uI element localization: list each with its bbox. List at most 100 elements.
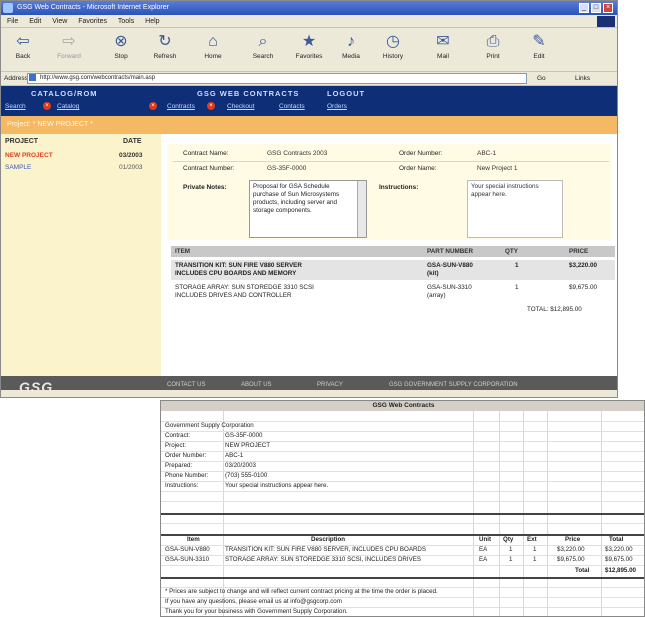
nav-link-contacts[interactable]: Contacts [279,103,305,110]
catalog-heading: CATALOG/ROM [31,89,98,98]
sheet-cell: $9,675.00 [557,556,585,563]
contracts-heading: GSG WEB CONTRACTS [197,89,300,98]
sheet-note: * Prices are subject to change and will … [165,588,438,595]
company-name: Government Supply Corporation [165,422,254,429]
maximize-button[interactable]: □ [591,3,601,13]
order-details: Contract Name: GSG Contracts 2003 Order … [161,134,617,376]
remove-icon[interactable]: × [43,102,51,110]
edit-button[interactable]: ✎ Edit [523,31,555,69]
search-icon: ⌕ [258,33,268,50]
price-column-header: PRICE [569,248,589,255]
links-button[interactable]: Links [575,72,590,85]
sheet-header-qty: Qty [503,536,514,543]
table-row[interactable]: TRANSITION KIT: SUN FIRE V880 SERVER INC… [171,260,615,280]
private-notes-textarea[interactable]: Proposal for GSA Schedule purchase of Su… [249,180,367,238]
order-name-label: Order Name: [399,165,437,172]
footer-link-privacy[interactable]: PRIVACY [317,382,343,388]
sheet-cell: 1 [533,556,537,563]
status-bar [1,390,617,397]
edit-icon: ✎ [532,33,546,50]
table-row[interactable]: STORAGE ARRAY: SUN STOREDGE 3310 SCSI IN… [171,282,615,302]
back-button[interactable]: ⇦ Back [7,31,39,69]
remove-icon[interactable]: × [207,102,215,110]
minimize-button[interactable]: _ [579,3,589,13]
remove-icon[interactable]: × [149,102,157,110]
menu-help[interactable]: Help [145,18,159,25]
part-column-header: PART NUMBER [427,248,474,255]
home-button[interactable]: ⌂ Home [197,31,229,69]
order-name-value[interactable]: New Project 1 [477,165,517,172]
sheet-cell: 1 [533,546,537,553]
footer-link-contact[interactable]: CONTACT US [167,382,205,388]
menu-file[interactable]: File [7,18,18,25]
menu-view[interactable]: View [52,18,67,25]
sheet-cell: EA [479,546,488,553]
sheet-header-total: Total [609,536,624,543]
contract-number-label: Contract Number: [183,165,235,172]
footer-link-company[interactable]: GSG GOVERNMENT SUPPLY CORPORATION [389,382,518,388]
browser-window: GSG Web Contracts - Microsoft Internet E… [0,0,618,398]
menu-edit[interactable]: Edit [29,18,41,25]
search-button[interactable]: ⌕ Search [247,31,279,69]
project-bar: Project: * NEW PROJECT * [1,116,617,134]
nav-link-contracts[interactable]: Contracts [167,103,195,110]
item-column-header: ITEM [175,248,191,255]
history-button[interactable]: ◷ History [377,31,409,69]
browser-toolbar: ⇦ Back ⇨ Forward ⊗ Stop ↻ Refresh ⌂ Home ⌕ Sea… [1,29,617,72]
menu-tools[interactable]: Tools [118,18,134,25]
order-total: TOTAL: $12,895.00 [527,306,582,313]
contract-name-label: Contract Name: [183,150,229,157]
project-column-header: PROJECT [5,138,39,145]
favorites-button[interactable]: ★ Favorites [293,31,325,69]
project-date: 03/2003 [119,152,143,159]
order-form: Contract Name: GSG Contracts 2003 Order … [167,144,611,240]
instructions-label: Instructions: [379,184,419,191]
nav-link-checkout[interactable]: Checkout [227,103,254,110]
contract-number-value[interactable]: GS-35F-0000 [267,165,306,172]
sheet-header-price: Price [565,536,581,543]
nav-link-catalog[interactable]: Catalog [57,103,79,110]
refresh-button[interactable]: ↻ Refresh [149,31,181,69]
address-label: Address [4,75,28,82]
project-name[interactable]: NEW PROJECT [5,152,53,159]
notes-scrollbar[interactable] [357,181,366,237]
logout-link[interactable]: LOGOUT [327,89,365,98]
site-navigation: CATALOG/ROM GSG WEB CONTRACTS LOGOUT Sea… [1,86,617,116]
print-button[interactable]: ⎙ Print [477,31,509,69]
stop-button[interactable]: ⊗ Stop [105,31,137,69]
go-button[interactable]: Go [537,72,546,85]
instructions-textarea[interactable]: Your special instructions appear here. [467,180,563,238]
close-button[interactable]: × [603,3,613,13]
order-number-label: Order Number: [399,150,443,157]
sheet-header-description: Description [311,536,346,543]
refresh-icon: ↻ [158,33,172,50]
sheet-total-value: $12,895.00 [605,567,636,574]
nav-link-orders[interactable]: Orders [327,103,347,110]
sheet-total-label: Total [575,567,590,574]
mail-button[interactable]: ✉ Mail [427,31,459,69]
contract-name-value[interactable]: GSG Contracts 2003 [267,150,327,157]
menu-favorites[interactable]: Favorites [78,18,107,25]
window-title-bar: GSG Web Contracts - Microsoft Internet E… [1,1,617,15]
sheet-cell: 1 [509,556,513,563]
footer-link-about[interactable]: ABOUT US [241,382,272,388]
sheet-cell: EA [479,556,488,563]
sheet-note: Thank you for your business with Governm… [165,608,348,615]
mail-icon: ✉ [436,33,450,50]
favorites-icon: ★ [301,33,317,50]
sheet-cell: 1 [509,546,513,553]
print-icon: ⎙ [486,33,500,50]
project-name[interactable]: SAMPLE [5,164,31,171]
nav-link-search[interactable]: Search [5,103,26,110]
address-bar: Address http://www.gsg.com/webcontracts/… [1,72,617,86]
home-icon: ⌂ [208,33,218,50]
window-title: GSG Web Contracts - Microsoft Internet E… [17,4,169,11]
sheet-cell: $3,220.00 [605,546,633,553]
project-date: 01/2003 [119,164,143,171]
forward-button[interactable]: ⇨ Forward [53,31,85,69]
address-input[interactable]: http://www.gsg.com/webcontracts/main.asp [27,73,527,84]
items-table: ITEM PART NUMBER QTY PRICE TRANSITION KI… [171,246,615,316]
media-button[interactable]: ♪ Media [335,31,367,69]
order-number-value[interactable]: ABC-1 [477,150,496,157]
browser-logo-icon [3,3,13,13]
